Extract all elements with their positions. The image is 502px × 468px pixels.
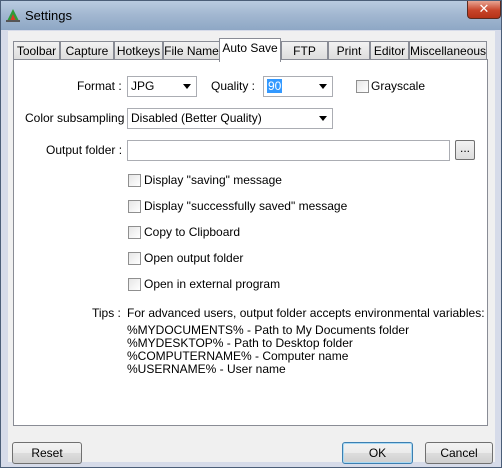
copy-clipboard-label: Copy to Clipboard xyxy=(144,225,241,239)
tips-label: Tips : xyxy=(92,306,121,320)
tips-line: For advanced users, output folder accept… xyxy=(127,306,485,320)
output-folder-input[interactable] xyxy=(127,140,450,161)
subsampling-select[interactable]: Disabled (Better Quality) xyxy=(127,108,333,129)
cancel-button[interactable]: Cancel xyxy=(425,442,493,464)
display-saving-label: Display "saving" message xyxy=(144,173,282,187)
tab-print[interactable]: Print xyxy=(328,41,370,60)
format-select[interactable]: JPG xyxy=(127,76,197,97)
display-saved-checkbox[interactable] xyxy=(128,200,141,213)
chevron-down-icon xyxy=(183,84,191,89)
open-output-folder-checkbox[interactable] xyxy=(128,252,141,265)
tab-miscellaneous[interactable]: Miscellaneous xyxy=(409,41,487,60)
subsampling-value: Disabled (Better Quality) xyxy=(131,111,262,125)
format-value: JPG xyxy=(131,79,155,93)
open-external-program-checkbox[interactable] xyxy=(128,278,141,291)
open-external-program-label: Open in external program xyxy=(144,277,281,291)
copy-clipboard-checkbox[interactable] xyxy=(128,226,141,239)
output-folder-label: Output folder : xyxy=(46,143,123,157)
browse-folder-button[interactable]: ... xyxy=(455,140,475,160)
ok-button[interactable]: OK xyxy=(342,442,413,464)
format-label: Format : xyxy=(77,79,122,93)
auto-save-panel: Format : JPG Quality : 90 Grayscale Colo… xyxy=(13,59,488,426)
tips-line: %MYDESKTOP% - Path to Desktop folder xyxy=(127,336,353,350)
quality-value: 90 xyxy=(267,79,283,93)
close-icon: ✕ xyxy=(478,1,490,16)
tab-capture[interactable]: Capture xyxy=(60,41,114,60)
tab-editor[interactable]: Editor xyxy=(370,41,409,60)
dialog-client-area: Toolbar Capture Hotkeys File Name Auto S… xyxy=(8,31,495,464)
grayscale-checkbox[interactable] xyxy=(356,80,369,93)
grayscale-label: Grayscale xyxy=(371,79,426,93)
quality-select[interactable]: 90 xyxy=(263,76,333,97)
tips-line: %MYDOCUMENTS% - Path to My Documents fol… xyxy=(127,323,410,337)
chevron-down-icon xyxy=(319,84,327,89)
settings-window: Settings ✕ Toolbar Capture Hotkeys File … xyxy=(0,0,502,468)
reset-button[interactable]: Reset xyxy=(12,442,82,464)
tips-line: %USERNAME% - User name xyxy=(127,362,286,376)
tab-ftp[interactable]: FTP xyxy=(281,41,328,60)
title-bar[interactable]: Settings ✕ xyxy=(1,1,501,30)
tab-auto-save[interactable]: Auto Save xyxy=(219,38,281,62)
open-output-folder-label: Open output folder xyxy=(144,251,244,265)
app-icon xyxy=(6,9,20,22)
window-title: Settings xyxy=(25,8,72,23)
quality-label: Quality : xyxy=(211,79,256,93)
tab-hotkeys[interactable]: Hotkeys xyxy=(114,41,163,60)
display-saved-label: Display "successfully saved" message xyxy=(144,199,348,213)
chevron-down-icon xyxy=(319,116,327,121)
tab-toolbar[interactable]: Toolbar xyxy=(13,41,60,60)
tips-line: %COMPUTERNAME% - Computer name xyxy=(127,349,349,363)
subsampling-label: Color subsampling xyxy=(25,111,125,125)
close-button[interactable]: ✕ xyxy=(467,1,501,19)
tab-file-name[interactable]: File Name xyxy=(163,41,220,60)
display-saving-checkbox[interactable] xyxy=(128,174,141,187)
